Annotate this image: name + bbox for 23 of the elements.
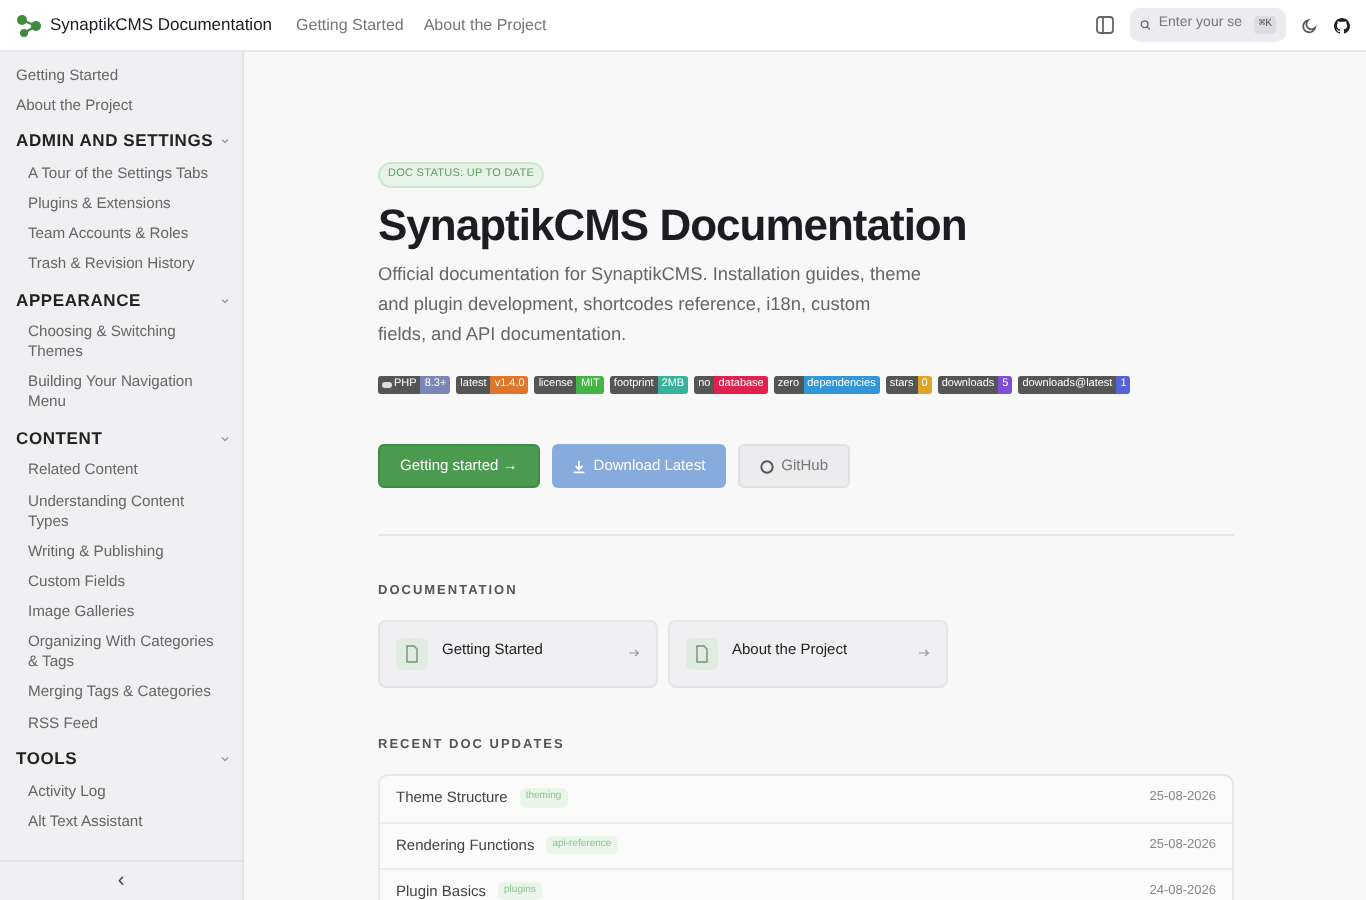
download-icon [571,459,586,473]
logo-icon [16,13,42,37]
chevron-icon[interactable] [220,295,230,306]
page-title: SynaptikCMS Documentation [378,200,969,252]
document-icon [686,637,718,670]
sidebar-section-title[interactable]: CONTENT [16,426,103,452]
site-title[interactable]: SynaptikCMS Documentation [50,12,273,38]
chevron-icon[interactable] [220,136,230,147]
sidebar-section-title[interactable]: TOOLS [16,746,78,772]
description: Official documentation for SynaptikCMS. Installation guides, theme and plugin development, shortcodes reference, i18n, custom fields, and API documentation. [378,262,922,348]
moon-icon[interactable] [1302,17,1318,33]
collapse-sidebar-button[interactable]: ‹ [117,871,125,891]
sidebar-section-title[interactable]: APPEARANCE [16,287,142,314]
search-icon [1140,18,1151,32]
arrow-icon [918,648,930,659]
nav-link[interactable]: Getting Started [296,13,404,37]
sidebar-toggle-icon[interactable] [1096,16,1114,34]
chevron-icon[interactable] [220,754,230,765]
nav-link[interactable]: About the Project [423,13,547,37]
document-icon [396,637,428,670]
chevron-icon[interactable] [220,433,230,444]
sidebar-section-title[interactable]: ADMIN AND SETTINGS [16,128,214,155]
arrow-icon [628,648,640,659]
